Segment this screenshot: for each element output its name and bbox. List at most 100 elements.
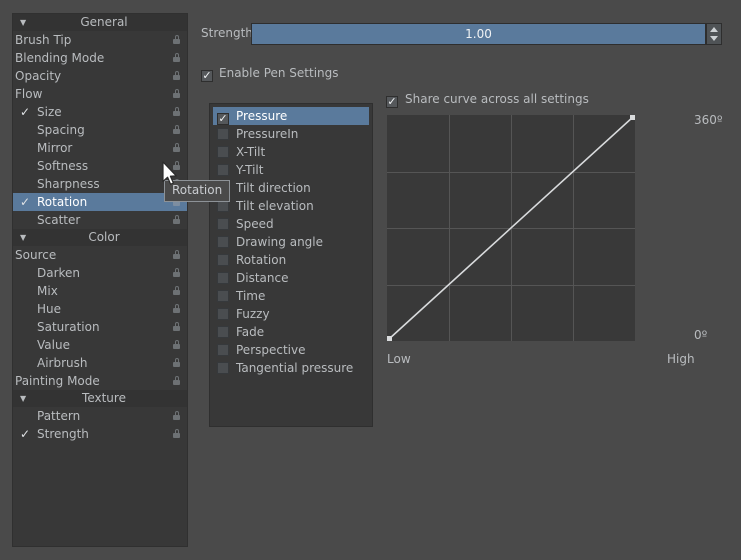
checkmark-icon[interactable]: ✓ bbox=[201, 70, 213, 82]
sidebar-item-label: Softness bbox=[37, 159, 89, 173]
sensor-item-speed[interactable]: Speed bbox=[213, 215, 369, 233]
sensor-item-fuzzy[interactable]: Fuzzy bbox=[213, 305, 369, 323]
sensor-item-rotation[interactable]: Rotation bbox=[213, 251, 369, 269]
lock-icon[interactable] bbox=[173, 53, 180, 62]
sensor-item-x-tilt[interactable]: X-Tilt bbox=[213, 143, 369, 161]
group-header-label: Color bbox=[88, 230, 120, 244]
group-header-general[interactable]: ▼ General bbox=[13, 14, 187, 31]
sidebar-item-label: Saturation bbox=[37, 320, 100, 334]
lock-icon[interactable] bbox=[173, 304, 180, 313]
curve-control-point[interactable] bbox=[630, 115, 635, 120]
sidebar-item-flow[interactable]: Flow bbox=[13, 85, 187, 103]
checkbox-empty-icon[interactable] bbox=[217, 290, 229, 302]
sensor-item-label: Tilt direction bbox=[236, 181, 311, 195]
lock-icon[interactable] bbox=[173, 35, 180, 44]
sensor-item-tilt-elevation[interactable]: Tilt elevation bbox=[213, 197, 369, 215]
sidebar-item-blending-mode[interactable]: Blending Mode bbox=[13, 49, 187, 67]
checkmark-icon[interactable]: ✓ bbox=[13, 103, 37, 121]
lock-icon[interactable] bbox=[173, 89, 180, 98]
sensor-item-pressurein[interactable]: PressureIn bbox=[213, 125, 369, 143]
lock-icon[interactable] bbox=[173, 107, 180, 116]
checkmark-icon[interactable]: ✓ bbox=[13, 193, 37, 211]
sidebar-item-rotation[interactable]: ✓ Rotation bbox=[13, 193, 187, 211]
sensor-item-pressure[interactable]: ✓ Pressure bbox=[213, 107, 369, 125]
sidebar-item-darken[interactable]: Darken bbox=[13, 264, 187, 282]
sensor-item-time[interactable]: Time bbox=[213, 287, 369, 305]
sensor-item-tilt-direction[interactable]: Tilt direction bbox=[213, 179, 369, 197]
checkbox-empty-icon[interactable] bbox=[217, 272, 229, 284]
sidebar-item-spacing[interactable]: Spacing bbox=[13, 121, 187, 139]
lock-icon[interactable] bbox=[173, 250, 180, 259]
sensor-item-tangential-pressure[interactable]: Tangential pressure bbox=[213, 359, 369, 377]
lock-icon[interactable] bbox=[173, 429, 180, 438]
strength-slider[interactable]: 1.00 bbox=[251, 23, 706, 45]
sidebar-item-opacity[interactable]: Opacity bbox=[13, 67, 187, 85]
lock-icon[interactable] bbox=[173, 268, 180, 277]
sidebar-item-brush-tip[interactable]: Brush Tip bbox=[13, 31, 187, 49]
checkbox-empty-icon[interactable] bbox=[217, 308, 229, 320]
checkbox-empty-icon[interactable] bbox=[217, 236, 229, 248]
settings-sidebar[interactable]: ▼ General Brush Tip Blending Mode Opacity Flo… bbox=[12, 13, 188, 547]
sensor-item-drawing-angle[interactable]: Drawing angle bbox=[213, 233, 369, 251]
triangle-down-icon[interactable]: ▼ bbox=[20, 390, 26, 407]
sensor-item-label: Tangential pressure bbox=[236, 361, 354, 375]
checkmark-icon[interactable]: ✓ bbox=[13, 425, 37, 443]
sidebar-item-label: Strength bbox=[37, 427, 89, 441]
sidebar-item-strength[interactable]: ✓ Strength bbox=[13, 425, 187, 443]
lock-icon[interactable] bbox=[173, 125, 180, 134]
triangle-down-icon[interactable]: ▼ bbox=[20, 229, 26, 246]
checkbox-empty-icon[interactable] bbox=[217, 164, 229, 176]
strength-spinner[interactable] bbox=[706, 23, 722, 45]
lock-icon[interactable] bbox=[173, 71, 180, 80]
sidebar-item-softness[interactable]: Softness bbox=[13, 157, 187, 175]
sidebar-item-painting-mode[interactable]: Painting Mode bbox=[13, 372, 187, 390]
sidebar-item-sharpness[interactable]: Sharpness bbox=[13, 175, 187, 193]
sidebar-item-airbrush[interactable]: Airbrush bbox=[13, 354, 187, 372]
sidebar-item-value[interactable]: Value bbox=[13, 336, 187, 354]
share-curve-checkbox[interactable]: ✓ Share curve across all settings bbox=[386, 92, 589, 108]
lock-icon[interactable] bbox=[173, 358, 180, 367]
checkbox-empty-icon[interactable] bbox=[217, 254, 229, 266]
sidebar-item-mirror[interactable]: Mirror bbox=[13, 139, 187, 157]
lock-icon[interactable] bbox=[173, 376, 180, 385]
tooltip: Rotation bbox=[164, 180, 231, 202]
checkbox-empty-icon[interactable] bbox=[217, 362, 229, 374]
triangle-down-icon[interactable]: ▼ bbox=[20, 14, 26, 31]
lock-icon[interactable] bbox=[173, 143, 180, 152]
lock-icon[interactable] bbox=[173, 286, 180, 295]
checkbox-empty-icon[interactable] bbox=[217, 344, 229, 356]
sidebar-item-pattern[interactable]: Pattern bbox=[13, 407, 187, 425]
sensor-list[interactable]: ✓ Pressure PressureIn X-Tilt Y-Tilt Tilt dire… bbox=[209, 103, 373, 427]
checkmark-icon[interactable]: ✓ bbox=[386, 96, 398, 108]
lock-icon[interactable] bbox=[173, 340, 180, 349]
checkbox-empty-icon[interactable] bbox=[217, 218, 229, 230]
sensor-item-distance[interactable]: Distance bbox=[213, 269, 369, 287]
strength-control[interactable]: Strength: 1.00 bbox=[201, 23, 723, 45]
checkbox-empty-icon[interactable] bbox=[217, 326, 229, 338]
sensor-item-y-tilt[interactable]: Y-Tilt bbox=[213, 161, 369, 179]
triangle-down-icon[interactable] bbox=[710, 36, 718, 41]
sidebar-item-saturation[interactable]: Saturation bbox=[13, 318, 187, 336]
group-header-texture[interactable]: ▼ Texture bbox=[13, 390, 187, 407]
sidebar-item-source[interactable]: Source bbox=[13, 246, 187, 264]
sidebar-item-label: Mix bbox=[37, 284, 58, 298]
lock-icon[interactable] bbox=[173, 215, 180, 224]
sensor-item-perspective[interactable]: Perspective bbox=[213, 341, 369, 359]
lock-icon[interactable] bbox=[173, 411, 180, 420]
lock-icon[interactable] bbox=[173, 161, 180, 170]
sidebar-item-scatter[interactable]: Scatter bbox=[13, 211, 187, 229]
lock-icon[interactable] bbox=[173, 322, 180, 331]
sensor-item-fade[interactable]: Fade bbox=[213, 323, 369, 341]
curve-canvas[interactable] bbox=[387, 115, 635, 341]
sidebar-item-hue[interactable]: Hue bbox=[13, 300, 187, 318]
sidebar-item-mix[interactable]: Mix bbox=[13, 282, 187, 300]
enable-pen-settings-checkbox[interactable]: ✓ Enable Pen Settings bbox=[201, 66, 339, 82]
checkbox-empty-icon[interactable] bbox=[217, 146, 229, 158]
checkmark-icon[interactable]: ✓ bbox=[217, 113, 229, 125]
curve-control-point[interactable] bbox=[387, 336, 392, 341]
triangle-up-icon[interactable] bbox=[710, 27, 718, 32]
sidebar-item-size[interactable]: ✓ Size bbox=[13, 103, 187, 121]
group-header-color[interactable]: ▼ Color bbox=[13, 229, 187, 246]
response-curve-editor[interactable] bbox=[387, 115, 635, 341]
checkbox-empty-icon[interactable] bbox=[217, 128, 229, 140]
